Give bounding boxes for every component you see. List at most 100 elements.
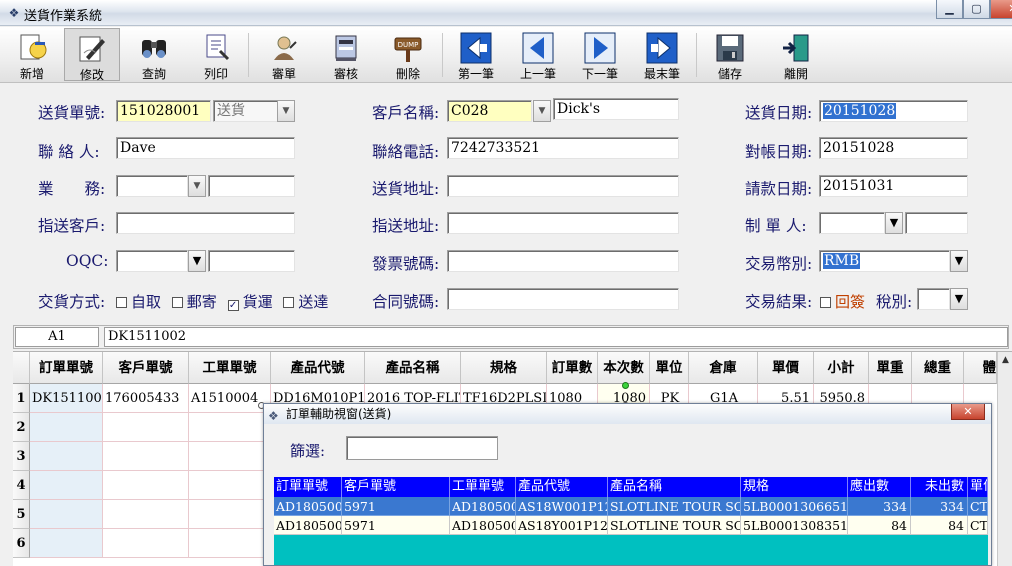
scroll-up-arrow-icon[interactable]: ▲ [998, 352, 1012, 368]
row-header[interactable]: 1 [13, 384, 30, 413]
grid-cell[interactable] [103, 442, 189, 471]
title-bar[interactable]: ❖ 送貨作業系統 ▁ ▢ ✕ [0, 0, 1012, 26]
grid-header[interactable]: 倉庫 [689, 352, 758, 384]
order-list-cell[interactable]: 5971 [342, 516, 450, 535]
cell-reference[interactable]: A1 [15, 327, 99, 347]
selection-handle[interactable] [622, 382, 629, 389]
next-record-button[interactable]: 下一筆 [572, 28, 628, 81]
delivery-no-field[interactable]: 151028001 [116, 100, 211, 122]
order-list-cell[interactable]: 334 [911, 497, 968, 516]
row-header[interactable]: 3 [13, 442, 30, 471]
pickup-checkbox[interactable] [116, 297, 127, 308]
row-header[interactable]: 6 [13, 529, 30, 558]
maker-code-field[interactable] [819, 212, 885, 234]
order-list-header[interactable]: 規格 [741, 477, 848, 497]
assigned-customer-field[interactable] [116, 212, 295, 234]
order-list-cell[interactable]: CT [968, 497, 988, 516]
row-header[interactable]: 4 [13, 471, 30, 500]
dialog-title-bar[interactable]: ❖ 訂單輔助視窗(送貨) ✕ [264, 404, 991, 424]
grid-header[interactable]: 產品代號 [271, 352, 365, 384]
grid-cell[interactable] [30, 500, 103, 529]
invoice-date-field[interactable]: 20151031 [819, 175, 968, 197]
save-button[interactable]: 儲存 [702, 28, 758, 81]
maker-dropdown-icon[interactable]: ▼ [885, 212, 903, 234]
order-list-header[interactable]: 單位 [968, 477, 988, 497]
prev-record-button[interactable]: 上一筆 [510, 28, 566, 81]
delivery-type-select[interactable]: 送貨 [213, 100, 279, 122]
reconcile-date-field[interactable]: 20151028 [819, 137, 968, 159]
order-list-header[interactable]: 客戶單號 [342, 477, 450, 497]
order-list-cell[interactable]: CT [968, 516, 988, 535]
grid-cell[interactable]: A1510004 [189, 384, 271, 413]
cell-value-input[interactable]: DK1511002 [104, 327, 1008, 347]
invoice-no-field[interactable] [447, 250, 679, 272]
grid-header[interactable]: 規格 [461, 352, 547, 384]
assigned-address-field[interactable] [447, 212, 679, 234]
print-button[interactable]: 列印 [190, 28, 242, 81]
grid-header[interactable]: 總重 [912, 352, 964, 384]
grid-cell[interactable] [30, 471, 103, 500]
order-list-cell[interactable]: 5971 [342, 497, 450, 516]
order-list-header[interactable]: 未出數 [911, 477, 968, 497]
grid-cell[interactable] [189, 442, 271, 471]
phone-field[interactable]: 7242733521 [447, 137, 679, 159]
first-record-button[interactable]: 第一筆 [448, 28, 504, 81]
grid-cell[interactable] [103, 413, 189, 442]
order-list-cell[interactable]: 84 [848, 516, 911, 535]
grid-cell[interactable] [30, 442, 103, 471]
grid-cell[interactable] [103, 471, 189, 500]
delivery-date-field[interactable]: 20151028 [819, 100, 968, 122]
customer-dropdown-icon[interactable]: ▼ [533, 100, 551, 122]
order-list-cell[interactable]: SLOTLINE TOUR SOFT [608, 516, 741, 535]
order-list-cell[interactable]: SLOTLINE TOUR SOFT [608, 497, 741, 516]
exit-button[interactable]: 離開 [768, 28, 824, 81]
audit-button[interactable]: 審核 [318, 28, 374, 81]
grid-header[interactable]: 小計 [814, 352, 869, 384]
tax-dropdown-icon[interactable]: ▼ [950, 288, 968, 310]
order-list-cell[interactable]: 334 [848, 497, 911, 516]
freight-checkbox[interactable]: ✓ [227, 300, 239, 311]
filter-input[interactable] [346, 436, 498, 460]
contact-field[interactable]: Dave [116, 137, 295, 159]
last-record-button[interactable]: 最末筆 [634, 28, 690, 81]
express-checkbox[interactable] [283, 297, 295, 308]
grid-scrollbar[interactable]: ▲ [997, 352, 1012, 566]
order-list-header[interactable]: 產品代號 [516, 477, 608, 497]
order-list-cell[interactable]: AD1805001 [274, 497, 342, 516]
grid-cell[interactable]: 176005433 [103, 384, 189, 413]
grid-cell[interactable] [103, 500, 189, 529]
currency-select[interactable]: RMB [819, 250, 950, 272]
order-list-header[interactable]: 工單單號 [450, 477, 516, 497]
grid-header[interactable]: 訂單數 [547, 352, 598, 384]
sales-code-field[interactable] [116, 175, 188, 197]
delivery-type-dropdown-icon[interactable]: ▼ [277, 100, 295, 122]
maker-name-field[interactable] [905, 212, 968, 234]
oqc-code-field[interactable] [116, 250, 188, 272]
tax-select[interactable] [917, 288, 950, 310]
query-button[interactable]: 查詢 [128, 28, 180, 81]
grid-header[interactable]: 工單單號 [189, 352, 271, 384]
currency-dropdown-icon[interactable]: ▼ [950, 250, 968, 272]
dialog-close-button[interactable]: ✕ [951, 404, 985, 420]
order-list-cell[interactable]: AS18Y001P1243 [516, 516, 608, 535]
grid-corner[interactable] [13, 352, 30, 384]
grid-header[interactable]: 單位 [650, 352, 689, 384]
close-button[interactable]: ✕ [990, 0, 1012, 19]
grid-cell[interactable] [189, 500, 271, 529]
address-field[interactable] [447, 175, 679, 197]
delete-button[interactable]: DUMP 刪除 [380, 28, 436, 81]
maximize-button[interactable]: ▢ [963, 0, 990, 19]
grid-header[interactable]: 單重 [869, 352, 912, 384]
customer-code-field[interactable]: C028 [447, 100, 532, 122]
grid-header[interactable]: 體 [964, 352, 997, 384]
sales-name-field[interactable] [208, 175, 295, 197]
order-list-cell[interactable]: AD1805002 [274, 516, 342, 535]
mail-checkbox[interactable] [171, 297, 183, 308]
grid-header[interactable]: 客戶單號 [103, 352, 189, 384]
order-list-header[interactable]: 訂單單號 [274, 477, 342, 497]
order-list-header[interactable]: 應出數 [848, 477, 911, 497]
sales-dropdown-icon[interactable]: ▼ [188, 175, 206, 197]
grid-cell[interactable] [189, 471, 271, 500]
order-list-cell[interactable]: AD1805002 [450, 516, 516, 535]
row-header[interactable]: 5 [13, 500, 30, 529]
